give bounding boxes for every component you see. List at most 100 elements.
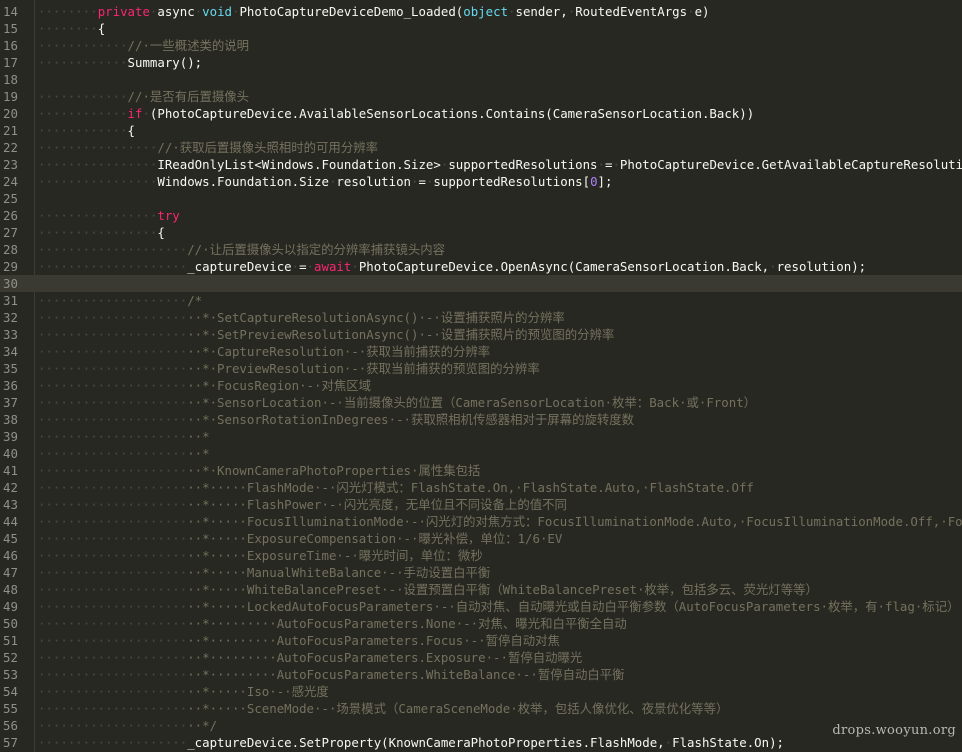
- line-number: 15: [3, 21, 18, 36]
- code-line[interactable]: 21 ············{: [0, 122, 962, 139]
- code-line[interactable]: 31 ····················/*: [0, 292, 962, 309]
- line-number: 42: [3, 480, 18, 495]
- code-token: IReadOnlyList<Windows.Foundation.Size>: [157, 157, 441, 172]
- code-token: ··*·····SceneMode·-·场景模式（CameraSceneMode…: [187, 701, 729, 716]
- code-text: ······················*·········AutoFocu…: [38, 666, 625, 683]
- code-line[interactable]: 56 ······················*/: [0, 717, 962, 734]
- code-line[interactable]: 25: [0, 190, 962, 207]
- code-line[interactable]: 48 ······················*·····WhiteBalan…: [0, 581, 962, 598]
- code-text: ······················*·····ExposureTime…: [38, 547, 483, 564]
- indent-whitespace: ····················: [38, 395, 188, 410]
- code-text: ················try: [38, 207, 180, 224]
- code-line[interactable]: 23 ················IReadOnlyList<Windows.…: [0, 156, 962, 173]
- indent-whitespace: ····················: [38, 735, 188, 750]
- code-token: async: [157, 4, 195, 19]
- indent-whitespace: ············: [38, 38, 128, 53]
- line-number: 32: [3, 310, 18, 325]
- code-line[interactable]: 15 ········{: [0, 20, 962, 37]
- indent-whitespace: ········: [38, 21, 98, 36]
- code-token: sender,: [515, 4, 568, 19]
- code-line[interactable]: 16 ············//·一些概述类的说明: [0, 37, 962, 54]
- code-token: //·让后置摄像头以指定的分辨率捕获镜头内容: [187, 242, 446, 257]
- code-token: ··*·SensorRotationInDegrees·-·获取照相机传感器相对…: [187, 412, 635, 427]
- line-number: 31: [3, 293, 18, 308]
- code-line[interactable]: 34 ······················*·CaptureResolut…: [0, 343, 962, 360]
- code-line[interactable]: 50 ······················*·········AutoFo…: [0, 615, 962, 632]
- line-number: 41: [3, 463, 18, 478]
- code-line[interactable]: 24 ················Windows.Foundation.Siz…: [0, 173, 962, 190]
- code-token: supportedResolutions[: [433, 174, 591, 189]
- code-line[interactable]: 27 ················{: [0, 224, 962, 241]
- code-line[interactable]: 26 ················try: [0, 207, 962, 224]
- line-number: 25: [3, 191, 18, 206]
- line-number: 47: [3, 565, 18, 580]
- line-number: 39: [3, 429, 18, 444]
- code-line[interactable]: 40 ······················*: [0, 445, 962, 462]
- line-number: 33: [3, 327, 18, 342]
- code-line[interactable]: 18: [0, 71, 962, 88]
- code-line[interactable]: 22 ················//·获取后置摄像头照相时的可用分辨率: [0, 139, 962, 156]
- line-number: 30: [3, 276, 18, 291]
- line-number: 37: [3, 395, 18, 410]
- code-token: PhotoCaptureDeviceDemo_Loaded(: [239, 4, 464, 19]
- indent-whitespace: ············: [38, 55, 128, 70]
- code-line[interactable]: 33 ······················*·SetPreviewReso…: [0, 326, 962, 343]
- code-line[interactable]: 45 ······················*·····ExposureCo…: [0, 530, 962, 547]
- indent-whitespace: ····················: [38, 327, 188, 342]
- code-line[interactable]: 49 ······················*·····LockedAuto…: [0, 598, 962, 615]
- code-line[interactable]: 57 ····················_captureDevice.Set…: [0, 734, 962, 751]
- code-line[interactable]: 29 ····················_captureDevice·=·a…: [0, 258, 962, 275]
- code-line[interactable]: 28 ····················//·让后置摄像头以指定的分辨率捕获…: [0, 241, 962, 258]
- code-line[interactable]: 32 ······················*·SetCaptureReso…: [0, 309, 962, 326]
- code-line[interactable]: 39 ······················*: [0, 428, 962, 445]
- code-token: PhotoCaptureDevice.GetAvailableCaptureRe…: [619, 157, 962, 172]
- code-line[interactable]: 14 ········private·async·void·PhotoCaptur…: [0, 3, 962, 20]
- code-line[interactable]: 20 ············if·(PhotoCaptureDevice.Ava…: [0, 105, 962, 122]
- indent-whitespace: ····················: [38, 378, 188, 393]
- code-token: _captureDevice.SetProperty(KnownCameraPh…: [187, 735, 665, 750]
- code-line[interactable]: 36 ······················*·FocusRegion·-·…: [0, 377, 962, 394]
- code-token: ··*·SensorLocation·-·当前摄像头的位置（CameraSens…: [187, 395, 757, 410]
- code-token: ·: [664, 735, 673, 750]
- indent-whitespace: ····················: [38, 463, 188, 478]
- code-line[interactable]: 38 ······················*·SensorRotation…: [0, 411, 962, 428]
- code-text: ······················*·····FlashPower·-…: [38, 496, 567, 513]
- indent-whitespace: ············: [38, 106, 128, 121]
- code-line[interactable]: 55 ······················*·····SceneMode·…: [0, 700, 962, 717]
- code-text: ····················/*: [38, 292, 202, 309]
- code-line[interactable]: 52 ······················*·········AutoFo…: [0, 649, 962, 666]
- code-line[interactable]: 51 ······················*·········AutoFo…: [0, 632, 962, 649]
- line-number: 22: [3, 140, 18, 155]
- code-token: ··*·SetCaptureResolutionAsync()·-·设置捕获照片…: [187, 310, 565, 325]
- code-line[interactable]: 30: [0, 275, 962, 292]
- code-line[interactable]: 53 ······················*·········AutoFo…: [0, 666, 962, 683]
- code-line[interactable]: 42 ······················*·····FlashMode·…: [0, 479, 962, 496]
- code-text: ············//·一些概述类的说明: [38, 37, 249, 54]
- indent-whitespace: ················: [38, 208, 158, 223]
- code-line[interactable]: 19 ············//·是否有后置摄像头: [0, 88, 962, 105]
- code-token: ··*·····ManualWhiteBalance·-·手动设置白平衡: [187, 565, 491, 580]
- line-number: 48: [3, 582, 18, 597]
- code-token: ··*·SetPreviewResolutionAsync()·-·设置捕获照片…: [187, 327, 615, 342]
- code-text: ················IReadOnlyList<Windows.Fo…: [38, 156, 962, 173]
- line-number: 24: [3, 174, 18, 189]
- code-token: =: [418, 174, 426, 189]
- code-token: ·: [687, 4, 695, 19]
- code-line[interactable]: 41 ······················*·KnownCameraPho…: [0, 462, 962, 479]
- code-line[interactable]: 43 ······················*·····FlashPower…: [0, 496, 962, 513]
- code-line[interactable]: 46 ······················*·····ExposureTi…: [0, 547, 962, 564]
- code-text: ······················*·SensorLocation·-…: [38, 394, 756, 411]
- indent-whitespace: ····················: [38, 582, 188, 597]
- indent-whitespace: ················: [38, 225, 158, 240]
- code-editor[interactable]: 14 ········private·async·void·PhotoCaptur…: [0, 0, 962, 752]
- code-line[interactable]: 44 ······················*·····FocusIllum…: [0, 513, 962, 530]
- indent-whitespace: ········: [38, 4, 98, 19]
- line-number: 56: [3, 718, 18, 733]
- code-line[interactable]: 17 ············Summary();: [0, 54, 962, 71]
- code-line[interactable]: 35 ······················*·PreviewResolut…: [0, 360, 962, 377]
- code-line[interactable]: 54 ······················*·····Iso·-·感光度: [0, 683, 962, 700]
- line-number: 52: [3, 650, 18, 665]
- code-line[interactable]: 37 ······················*·SensorLocation…: [0, 394, 962, 411]
- code-text: ······················*·CaptureResolutio…: [38, 343, 490, 360]
- code-line[interactable]: 47 ······················*·····ManualWhit…: [0, 564, 962, 581]
